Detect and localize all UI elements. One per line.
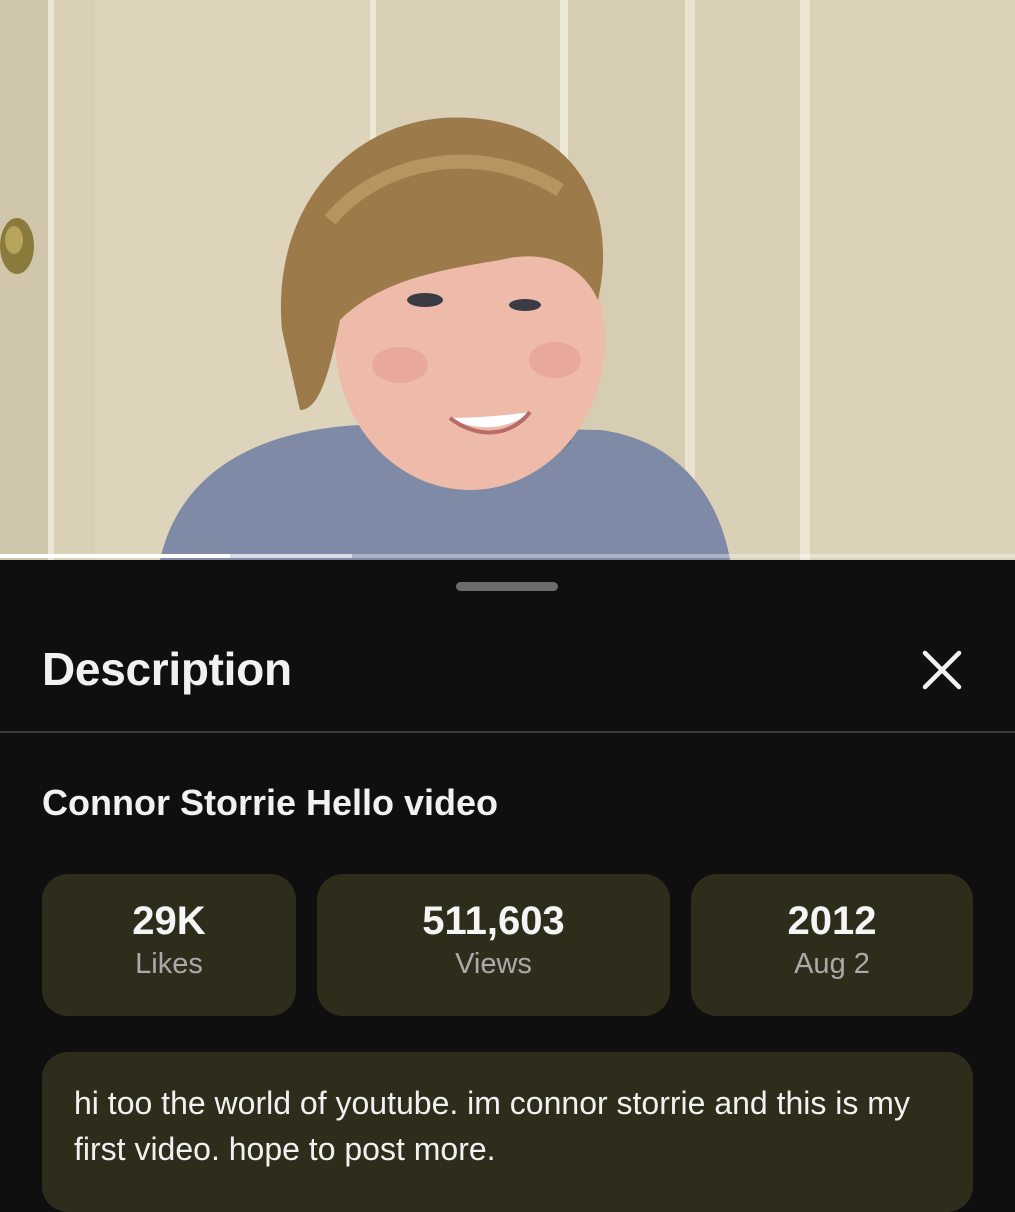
video-progress-bar[interactable]: [0, 554, 1015, 558]
description-sheet: Description Connor Storrie Hello video 2…: [0, 560, 1015, 1212]
views-label: Views: [455, 948, 532, 980]
upload-year: 2012: [787, 899, 877, 943]
close-button[interactable]: [912, 644, 972, 700]
sheet-title: Description: [42, 643, 292, 695]
video-player[interactable]: [0, 0, 1015, 560]
description-text: hi too the world of youtube. im connor s…: [42, 1052, 973, 1212]
likes-count: 29K: [132, 899, 206, 943]
drag-handle[interactable]: [456, 582, 558, 591]
likes-stat: 29K Likes: [42, 874, 296, 1016]
video-frame: [0, 0, 1015, 560]
upload-day: Aug 2: [794, 948, 870, 980]
progress-played: [0, 554, 230, 558]
views-stat: 511,603 Views: [317, 874, 670, 1016]
divider: [0, 731, 1015, 733]
video-title: Connor Storrie Hello video: [42, 782, 499, 823]
close-icon: [922, 650, 962, 690]
upload-date-stat: 2012 Aug 2: [691, 874, 973, 1016]
views-count: 511,603: [422, 899, 565, 943]
likes-label: Likes: [135, 948, 203, 980]
